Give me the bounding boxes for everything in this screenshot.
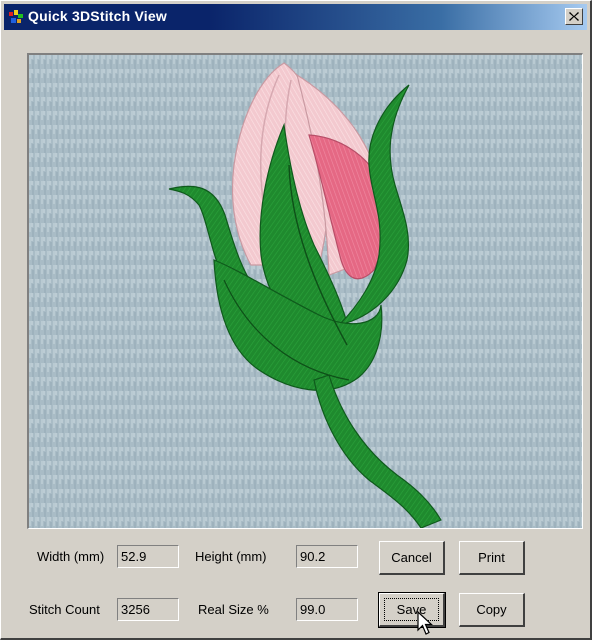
title-bar[interactable]: Quick 3DStitch View: [4, 4, 587, 30]
quick-3dstitch-view-dialog: Quick 3DStitch View Width (mm) 52.9 Heig…: [0, 0, 592, 640]
width-field: 52.9: [117, 545, 179, 568]
stitch-count-label: Stitch Count: [29, 602, 100, 617]
rose-bud-embroidery-image: [29, 55, 582, 528]
real-size-field: 99.0: [296, 598, 358, 621]
cancel-button-label: Cancel: [391, 550, 432, 565]
width-label: Width (mm): [37, 549, 105, 564]
real-size-label: Real Size %: [198, 602, 269, 617]
copy-button[interactable]: Copy: [459, 593, 525, 627]
print-button-label: Print: [478, 550, 505, 565]
height-field: 90.2: [296, 545, 358, 568]
cancel-button[interactable]: Cancel: [379, 541, 445, 575]
app-icon: [9, 10, 23, 23]
mouse-pointer-icon: [417, 611, 434, 635]
print-button[interactable]: Print: [459, 541, 525, 575]
stitch-preview-viewport: [27, 53, 583, 529]
stitch-count-field: 3256: [117, 598, 179, 621]
close-button[interactable]: [565, 8, 583, 25]
height-label: Height (mm): [195, 549, 267, 564]
window-title: Quick 3DStitch View: [28, 8, 167, 24]
copy-button-label: Copy: [476, 602, 507, 617]
close-icon: [569, 12, 579, 21]
